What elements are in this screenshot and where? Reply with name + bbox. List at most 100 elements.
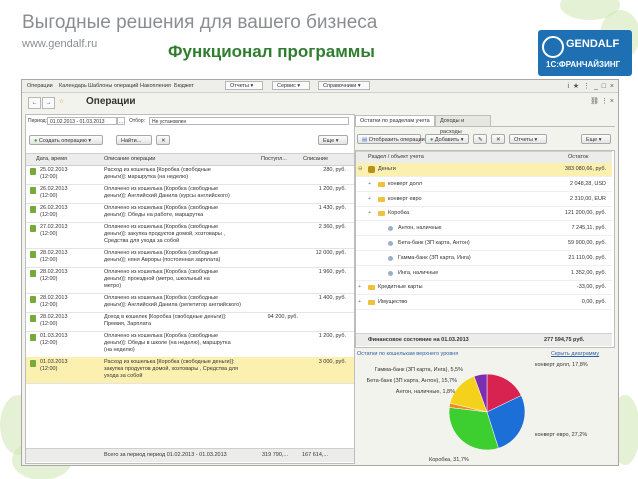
pie-chart-area: Остатки по кошелькам верхнего уровня Скр… [355,350,613,462]
more-icon[interactable]: ⋮ [601,98,608,105]
reports-button[interactable]: Отчеты ▾ [509,134,547,144]
tree-row[interactable]: Инга, наличные 1 352,00, руб. [356,267,612,281]
help-icon[interactable]: i [567,83,569,90]
clear-find-icon[interactable]: ✕ [156,135,170,145]
row-description-line: Оплачено из кошелька [Коробка (свободные [104,205,219,211]
document-icon [30,225,36,232]
table-row[interactable]: 28.02.2013 (12:00) Оплачено из кошелька [К… [26,248,354,268]
tree-row[interactable]: Бета-банк (ЗП карта, Антон) 59 900,00, ру… [356,237,612,251]
minimize-icon[interactable]: _ [594,83,598,90]
tree-row[interactable]: ⊖ Деньги 383 080,66, руб. [356,163,612,177]
document-icon [30,251,36,258]
row-description-line: Премия, Зарплата [104,321,152,327]
pie-label: Гамма-банк (ЗП карта, Инга), 5,5% [375,367,463,373]
menu-references-dropdown[interactable]: Справочники ▾ [318,81,370,90]
balances-panel: Остатки по разделам учета Доходы и расхо… [355,114,615,462]
expand-toggle-icon[interactable]: + [368,196,371,203]
tree-total-label: Финансовое состояние на 01.03.2013 [368,337,469,343]
menu-reports-label: Отчеты [230,83,250,89]
back-arrow-icon[interactable]: ← [28,97,41,109]
row-description-line: (на неделю) [104,347,135,353]
expand-toggle-icon[interactable]: + [368,210,371,217]
table-row[interactable]: 26.02.2013 (12:00) Оплачено из кошелька [К… [26,184,354,204]
show-operations-button[interactable]: ▤ Отобразить операции [357,134,425,144]
menu-reports-dropdown[interactable]: Отчеты ▾ [225,81,263,90]
period-select-icon[interactable]: … [117,117,125,125]
table-row[interactable]: 28.02.2013 (12:00) Оплачено из кошелька [К… [26,267,354,294]
menu-service-dropdown[interactable]: Сервис ▾ [272,81,310,90]
row-date: 28.02.2013 [40,295,68,301]
restore-icon[interactable]: □ [602,83,606,90]
favorite-star-icon[interactable]: ☆ [56,97,67,107]
row-expense: 3 000, руб. [318,359,346,365]
col-description[interactable]: Описание операции [104,156,155,162]
create-operation-button[interactable]: ● Создать операцию ▾ [29,135,103,145]
menu-item-calendar[interactable]: Календарь [59,83,87,89]
table-row[interactable]: 01.03.2013 (12:00) Расход из кошелька [Кор… [26,357,354,384]
row-description-line: Оплачено из кошелька [Коробка (свободные [104,333,219,339]
tree-row[interactable]: + Имущество 0,00, руб. [356,296,612,311]
tree-row[interactable]: Гамма-банк (ЗП карта, Инга) 21 110,00, ру… [356,252,612,266]
table-row[interactable]: 25.02.2013 (12:00) Расход из кошелька [Кор… [26,165,354,185]
find-button[interactable]: Найти... [116,135,152,145]
selection-field[interactable]: Не установлен [149,117,349,125]
menu-item-budget[interactable]: Бюджет [174,83,194,89]
tree-row[interactable]: + Коробка 121 200,00, руб. [356,207,612,222]
more-right-label: Еще [586,137,598,143]
table-row[interactable]: 01.03.2013 (12:00) Оплачено из кошелька [К… [26,331,354,358]
menu-item-savings[interactable]: Накопления [140,83,171,89]
wallet-icon [388,270,393,276]
plus-icon: ● [34,138,38,144]
tree-row[interactable]: + конверт евро 2 310,00, EUR [356,193,612,207]
tree-row-value: 383 080,66, руб. [564,166,606,172]
expand-toggle-icon[interactable]: + [358,299,361,306]
edit-icon[interactable]: ✎ [473,134,487,144]
tab-income-expense[interactable]: Доходы и расходы [435,115,491,135]
row-description: Оплачено из кошелька [Коробка (свободные… [104,186,254,200]
row-description-line: деньги)]: няня Авроры (постоянная зарпла… [104,257,221,263]
row-time: (12:00) [40,212,58,218]
col-section[interactable]: Раздел / объект учета [368,154,424,160]
document-icon [30,168,36,175]
row-time: (12:00) [40,257,58,263]
close-icon[interactable]: × [610,98,614,105]
period-field[interactable]: 01.02.2013 - 01.03.2013 [47,117,117,125]
more-button-right[interactable]: Еще ▾ [581,134,611,144]
delete-icon[interactable]: ✕ [491,134,505,144]
menu-item-templates[interactable]: Шаблоны операций [88,83,138,89]
row-date: 28.02.2013 [40,250,68,256]
col-balance[interactable]: Остаток [568,154,588,160]
row-description: Оплачено из кошелька [Коробка (свободные… [104,333,254,354]
tree-row[interactable]: Антон, наличные 7 245,11, руб. [356,222,612,237]
expand-toggle-icon[interactable]: + [368,181,371,188]
document-icon [30,334,36,341]
close-icon[interactable]: × [610,83,614,90]
table-row[interactable]: 28.02.2013 (12:00) Доход в кошелек [Коробк… [26,312,354,332]
row-description-line: Доход в кошелек [Коробка (свободные день… [104,314,227,320]
link-icon[interactable]: ⛓ [590,98,599,105]
star-icon[interactable]: ★ [573,83,579,90]
pie-label: Коробка, 31,7% [429,457,469,462]
more-icon[interactable]: ⋮ [583,83,590,90]
tree-row[interactable]: + конверт долл 2 048,28, USD [356,178,612,192]
hide-chart-link[interactable]: Скрыть диаграмму [551,351,599,358]
tab-balances[interactable]: Остатки по разделам учета [355,115,435,126]
row-date: 26.02.2013 [40,205,68,211]
expand-toggle-icon[interactable]: ⊖ [358,166,363,173]
table-row[interactable]: 27.02.2013 (12:00) Оплачено из кошелька [К… [26,222,354,249]
col-date[interactable]: Дата, время [36,156,67,162]
tree-row[interactable]: + Кредитные карты -33,00, руб. [356,281,612,296]
expand-toggle-icon[interactable]: + [358,284,361,291]
forward-arrow-icon[interactable]: → [42,97,55,109]
more-button[interactable]: Еще ▾ [318,135,348,145]
slide: Выгодные решения для вашего бизнеса www.… [0,0,638,479]
col-expense[interactable]: Списание [303,156,328,162]
tree-row-label: Коробка [388,210,410,217]
row-expense: 1 400, руб. [318,295,346,301]
col-income[interactable]: Поступл... [261,156,287,162]
menu-item-operations[interactable]: Операции [27,83,53,89]
add-button[interactable]: ● Добавить ▾ [425,134,469,144]
table-row[interactable]: 28.02.2013 (12:00) Оплачено из кошелька [К… [26,293,354,313]
show-icon: ▤ [362,137,368,143]
table-row[interactable]: 26.02.2013 (12:00) Оплачено из кошелька [К… [26,203,354,223]
